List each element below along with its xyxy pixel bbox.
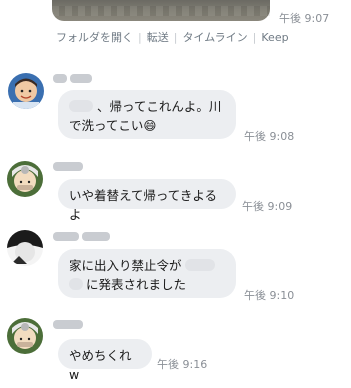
timestamp: 午後 9:08: [244, 130, 295, 143]
photo-message[interactable]: [52, 0, 270, 21]
timestamp: 午後 9:16: [157, 358, 208, 371]
grinning-face-icon: 😄: [143, 118, 157, 133]
sender-name: [53, 319, 83, 331]
sender-name: [53, 231, 111, 243]
timeline-link[interactable]: タイムライン: [182, 31, 247, 44]
avatar[interactable]: [7, 230, 43, 266]
message-bubble[interactable]: 、帰ってこれんよ。川 で洗ってこい😄: [58, 90, 236, 139]
message-bubble[interactable]: 家に出入り禁止令が に発表されました: [58, 249, 236, 298]
timestamp: 午後 9:09: [242, 200, 293, 213]
message-bubble[interactable]: いや着替えて帰ってきよるよ: [58, 179, 236, 222]
timestamp: 午後 9:07: [279, 12, 330, 25]
open-folder-link[interactable]: フォルダを開く: [56, 31, 133, 44]
redacted-text: [69, 278, 83, 290]
avatar[interactable]: [8, 73, 44, 109]
photo-actions: フォルダを開く | 転送 | タイムライン | Keep: [56, 31, 289, 44]
avatar[interactable]: [7, 318, 43, 354]
redacted-text: [184, 259, 215, 271]
keep-link[interactable]: Keep: [261, 31, 288, 44]
message-bubble[interactable]: やめちくれw: [58, 339, 152, 382]
forward-link[interactable]: 転送: [147, 31, 169, 44]
sender-name: [53, 161, 83, 173]
redacted-text: [69, 100, 93, 112]
avatar[interactable]: [7, 161, 43, 197]
sender-name: [53, 73, 93, 85]
timestamp: 午後 9:10: [244, 289, 295, 302]
